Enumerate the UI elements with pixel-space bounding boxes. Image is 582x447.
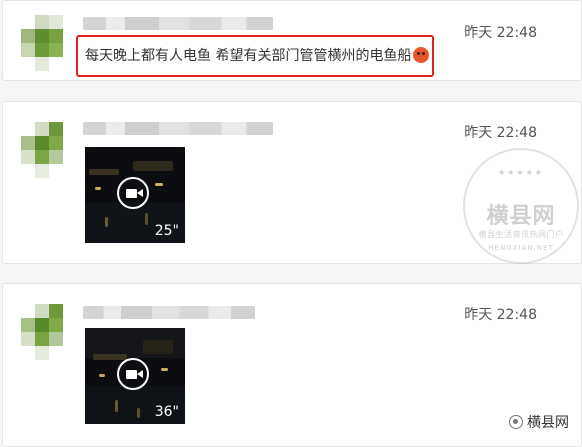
video-duration: 36" [154,404,179,420]
highlight-box [76,35,434,77]
message-card-3: 昨天 22:48 36" 横县网 [2,283,582,447]
watermark-subtitle: 横县生活资讯热网门户 [478,230,564,239]
video-play-icon[interactable] [117,358,149,390]
sender-name-blurred [83,306,255,319]
sender-name-blurred [83,17,273,30]
sender-name-blurred [83,122,273,135]
watermark-title: 横县网 [486,204,556,229]
avatar[interactable] [21,15,63,71]
video-thumbnail[interactable]: 25" [85,147,185,243]
watermark-english: HENGXIAN.NET [488,244,554,252]
message-card-1: 昨天 22:48 每天晚上都有人电鱼 希望有关部门管管横州的电鱼船 [2,0,582,81]
wechat-channel-icon [509,415,523,429]
video-duration: 25" [154,223,179,239]
video-thumbnail[interactable]: 36" [85,328,185,424]
brand-tag: 横县网 [509,412,569,432]
message-time: 昨天 22:48 [464,25,537,41]
watermark-stars: ★★★★★ [498,168,544,177]
brand-label: 横县网 [527,415,569,431]
message-time: 昨天 22:48 [464,125,537,141]
watermark-seal: ★★★★★ 横县网 横县生活资讯热网门户 HENGXIAN.NET [463,148,579,264]
video-play-icon[interactable] [117,177,149,209]
avatar[interactable] [21,122,63,178]
message-time: 昨天 22:48 [464,307,537,323]
avatar[interactable] [21,304,63,360]
